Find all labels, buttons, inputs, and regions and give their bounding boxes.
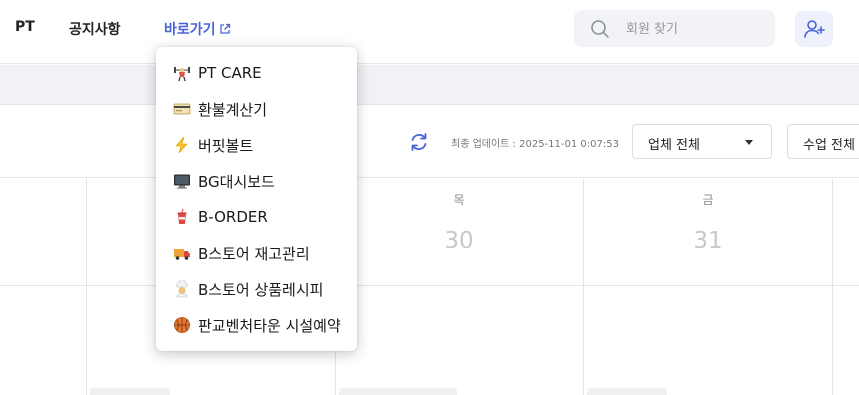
- day-name: 목: [453, 193, 465, 207]
- day-number: 31: [693, 228, 723, 254]
- grid-line: [832, 179, 833, 395]
- menu-item-label: PT CARE: [198, 64, 262, 82]
- credit-card-icon: [172, 99, 192, 119]
- company-filter-value: 업체 전체: [648, 138, 700, 153]
- caret-down-icon: [745, 140, 753, 145]
- chef-icon: [172, 279, 192, 299]
- schedule-toolbar: 최종 업데이트 : 2025-11-01 0:07:53 업체 전체 수업 전체: [0, 106, 859, 178]
- day-number: 30: [444, 228, 474, 254]
- menu-item-pangyo-facility-booking[interactable]: 판교벤처타운 시설예약: [156, 307, 357, 343]
- sub-header-bar: [0, 65, 859, 105]
- search-box[interactable]: [574, 10, 775, 47]
- nav-shortcut-label: 바로가기: [164, 22, 216, 38]
- menu-item-label: B스토어 재고관리: [198, 244, 310, 263]
- shortcut-dropdown-menu: PT CARE 환불계산기 버핏볼트 BG대시보드 B-ORDER B스토어 재…: [156, 47, 357, 351]
- external-link-icon: [219, 23, 230, 34]
- nav-pt[interactable]: PT: [15, 19, 35, 35]
- drink-cup-icon: [172, 207, 192, 227]
- search-input[interactable]: [626, 17, 766, 41]
- delivery-truck-icon: [172, 243, 192, 263]
- menu-item-b-order[interactable]: B-ORDER: [156, 199, 357, 235]
- class-filter-value: 수업 전체: [803, 138, 855, 153]
- grid-line: [0, 285, 859, 286]
- grid-line: [86, 179, 87, 395]
- menu-item-label: B-ORDER: [198, 208, 268, 226]
- refresh-icon[interactable]: [408, 131, 430, 153]
- basketball-icon: [172, 315, 192, 335]
- top-navigation-bar: PT 공지사항 바로가기: [0, 0, 859, 64]
- nav-notice[interactable]: 공지사항: [69, 19, 121, 39]
- menu-item-buffet-volt[interactable]: 버핏볼트: [156, 127, 357, 163]
- search-icon: [591, 20, 609, 38]
- menu-item-label: BG대시보드: [198, 172, 275, 191]
- class-filter-select[interactable]: 수업 전체: [787, 124, 859, 159]
- menu-item-bstore-recipe[interactable]: B스토어 상품레시피: [156, 271, 357, 307]
- menu-item-label: 버핏볼트: [198, 136, 254, 155]
- add-user-icon: [804, 20, 825, 38]
- grid-line: [583, 179, 584, 395]
- menu-item-label: 환불계산기: [198, 100, 268, 119]
- add-member-button[interactable]: [795, 11, 833, 47]
- calendar-grid: 목 30 금 31: [0, 179, 859, 395]
- schedule-chip[interactable]: [90, 388, 170, 395]
- menu-item-bstore-inventory[interactable]: B스토어 재고관리: [156, 235, 357, 271]
- menu-item-bg-dashboard[interactable]: BG대시보드: [156, 163, 357, 199]
- day-name: 금: [702, 193, 714, 207]
- menu-item-refund-calculator[interactable]: 환불계산기: [156, 91, 357, 127]
- schedule-chip[interactable]: [339, 388, 457, 395]
- company-filter-select[interactable]: 업체 전체: [632, 124, 772, 159]
- schedule-chip[interactable]: [587, 388, 667, 395]
- nav-shortcut[interactable]: 바로가기: [164, 19, 231, 39]
- desktop-icon: [172, 171, 192, 191]
- menu-item-label: B스토어 상품레시피: [198, 280, 324, 299]
- weightlifter-icon: [172, 63, 192, 83]
- menu-item-label: 판교벤처타운 시설예약: [198, 316, 341, 335]
- menu-item-pt-care[interactable]: PT CARE: [156, 55, 357, 91]
- last-updated-text: 최종 업데이트 : 2025-11-01 0:07:53: [451, 139, 619, 150]
- lightning-icon: [172, 135, 192, 155]
